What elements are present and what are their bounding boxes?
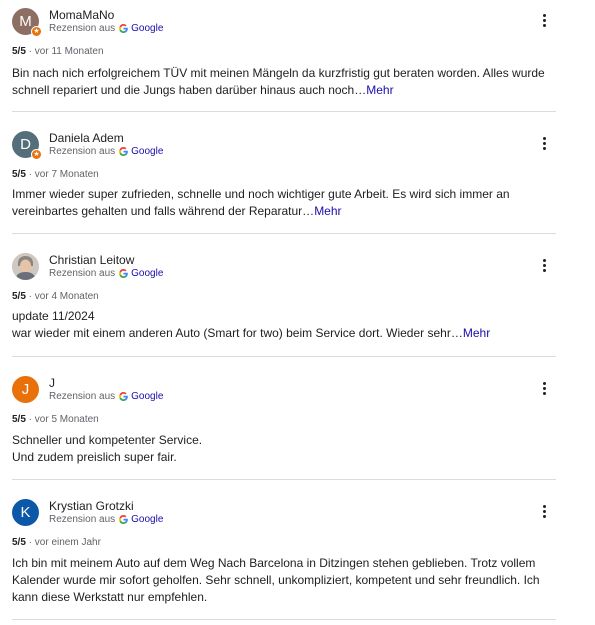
review-time: vor 11 Monaten (34, 46, 104, 57)
review-meta: 5/5 · vor einem Jahr (12, 537, 101, 548)
google-g-icon (119, 147, 128, 156)
review-text: Bin nach nich erfolgreichem TÜV mit mein… (12, 65, 547, 99)
more-vert-icon[interactable] (538, 135, 552, 153)
review-meta: 5/5 · vor 4 Monaten (12, 291, 99, 302)
source-name: Google (131, 514, 164, 525)
review-body-line: update 11/2024 (12, 309, 95, 323)
google-g-icon (119, 269, 128, 278)
avatar-photo[interactable] (12, 253, 39, 280)
more-vert-icon[interactable] (538, 257, 552, 275)
review-meta: 5/5 · vor 11 Monaten (12, 46, 104, 57)
avatar-initial: D (20, 136, 31, 153)
reviewer-name[interactable]: Daniela Adem (49, 131, 124, 145)
review-body: Immer wieder super zufrieden, schnelle u… (12, 187, 510, 218)
review-meta: 5/5 · vor 7 Monaten (12, 169, 99, 180)
divider (12, 111, 556, 112)
source-prefix: Rezension aus (49, 23, 116, 34)
reviewer-name[interactable]: Christian Leitow (49, 253, 134, 267)
review-time: vor 4 Monaten (34, 291, 99, 302)
source-name: Google (131, 391, 164, 402)
review-time: vor 7 Monaten (34, 169, 99, 180)
rating: 5/5 (12, 291, 26, 302)
local-guide-star-icon: ★ (31, 149, 42, 160)
review-text: Schneller und kompetenter Service. Und z… (12, 432, 547, 466)
source-prefix: Rezension aus (49, 514, 116, 525)
review-source: Rezension aus Google (49, 268, 163, 279)
more-link[interactable]: Mehr (314, 204, 341, 218)
reviewer-name[interactable]: J (49, 376, 55, 390)
reviewer-name[interactable]: MomaMaNo (49, 8, 114, 22)
profile-photo-icon (12, 253, 39, 280)
divider (12, 356, 556, 357)
source-name: Google (131, 146, 164, 157)
avatar-initial: K (20, 504, 31, 521)
avatar-initial: M (19, 13, 32, 30)
review-source: Rezension aus Google (49, 23, 163, 34)
review-source: Rezension aus Google (49, 391, 163, 402)
more-link[interactable]: Mehr (463, 326, 490, 340)
review-text: Immer wieder super zufrieden, schnelle u… (12, 186, 547, 220)
review-body-line: Und zudem preislich super fair. (12, 450, 177, 464)
review-time: vor 5 Monaten (34, 414, 99, 425)
avatar[interactable]: K (12, 499, 39, 526)
avatar[interactable]: J (12, 376, 39, 403)
source-name: Google (131, 23, 164, 34)
review-body: Bin nach nich erfolgreichem TÜV mit mein… (12, 66, 545, 97)
avatar-initial: J (21, 381, 30, 398)
review-body-line: Schneller und kompetenter Service. (12, 433, 203, 447)
rating: 5/5 (12, 46, 26, 57)
source-prefix: Rezension aus (49, 146, 116, 157)
review-source: Rezension aus Google (49, 514, 163, 525)
review-body: Ich bin mit meinem Auto auf dem Weg Nach… (12, 556, 540, 604)
review-text: update 11/2024 war wieder mit einem ande… (12, 308, 547, 342)
source-name: Google (131, 268, 164, 279)
more-vert-icon[interactable] (538, 503, 552, 521)
rating: 5/5 (12, 169, 26, 180)
divider (12, 479, 556, 480)
google-g-icon (119, 24, 128, 33)
reviewer-name[interactable]: Krystian Grotzki (49, 499, 134, 513)
rating: 5/5 (12, 414, 26, 425)
avatar[interactable]: D ★ (12, 131, 42, 160)
divider (12, 619, 556, 620)
more-vert-icon[interactable] (538, 380, 552, 398)
more-link[interactable]: Mehr (366, 83, 393, 97)
review-body: war wieder mit einem anderen Auto (Smart… (12, 326, 463, 340)
avatar[interactable]: M ★ (12, 8, 42, 37)
google-g-icon (119, 392, 128, 401)
local-guide-star-icon: ★ (31, 26, 42, 37)
divider (12, 233, 556, 234)
rating: 5/5 (12, 537, 26, 548)
review-meta: 5/5 · vor 5 Monaten (12, 414, 99, 425)
review-text: Ich bin mit meinem Auto auf dem Weg Nach… (12, 555, 547, 606)
source-prefix: Rezension aus (49, 391, 116, 402)
google-g-icon (119, 515, 128, 524)
review-source: Rezension aus Google (49, 146, 163, 157)
source-prefix: Rezension aus (49, 268, 116, 279)
more-vert-icon[interactable] (538, 12, 552, 30)
review-time: vor einem Jahr (34, 537, 101, 548)
